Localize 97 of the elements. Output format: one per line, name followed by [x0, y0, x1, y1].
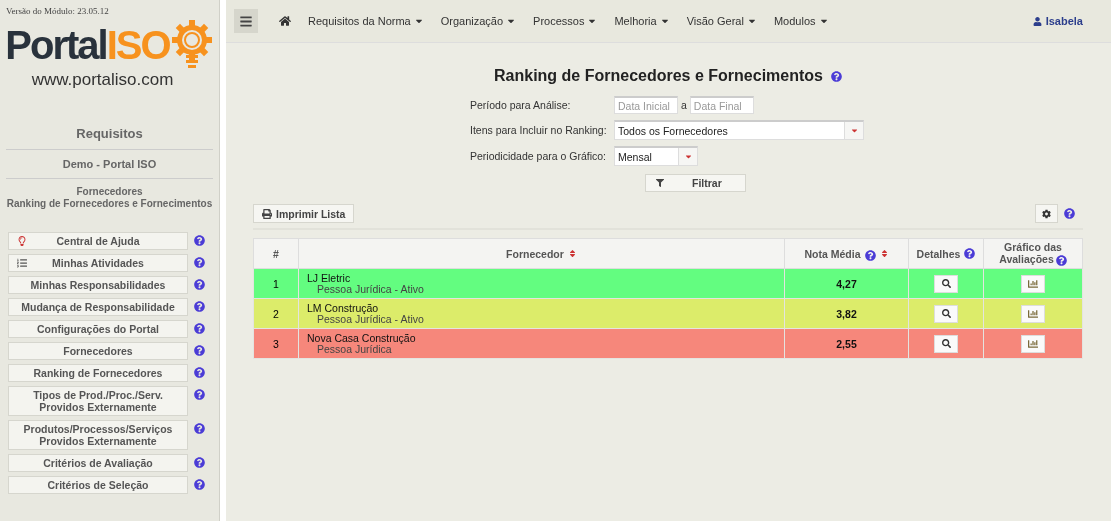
company-name: Demo - Portal ISO	[6, 150, 213, 179]
supplier-name: Nova Casa Construção	[307, 332, 417, 344]
nav-menu[interactable]: Melhoria	[614, 15, 670, 27]
bar-chart-icon	[1028, 278, 1038, 289]
average-score: 3,82	[836, 307, 857, 320]
sort-icon[interactable]	[567, 249, 577, 258]
column-header: #	[253, 238, 299, 269]
section-title: Requisitos	[6, 90, 213, 150]
average-score: 4,27	[836, 277, 857, 290]
nav-menu[interactable]: Modulos	[773, 15, 829, 27]
help-icon[interactable]	[194, 301, 205, 312]
start-date-field[interactable]: Data Inicial	[614, 96, 678, 114]
home-icon[interactable]	[279, 15, 291, 27]
range-separator: a	[681, 99, 687, 111]
filter-icon	[656, 179, 664, 187]
user-menu[interactable]: Isabela	[1032, 15, 1083, 27]
help-icon[interactable]	[831, 70, 842, 82]
supplier-detail: Pessoa Jurídica - Ativo	[316, 283, 425, 295]
help-icon[interactable]	[194, 235, 205, 246]
rank-cell: 3	[253, 328, 299, 359]
logo-word: Portal	[5, 25, 107, 65]
help-icon[interactable]	[1055, 254, 1067, 266]
module-version: Versão do Módulo: 23.05.12	[5, 6, 110, 16]
logo-url: www.portaliso.com	[31, 70, 174, 90]
filter-button[interactable]: Filtrar	[645, 174, 746, 192]
supplier-detail: Pessoa Jurídica	[316, 343, 392, 355]
print-button[interactable]: Imprimir Lista	[253, 204, 355, 223]
caret-icon	[683, 152, 693, 161]
help-icon[interactable]	[1064, 208, 1075, 219]
sidebar-button[interactable]: Configurações do Portal	[8, 320, 188, 338]
field-label: Itens para Incluir no Ranking:	[470, 124, 608, 136]
help-icon[interactable]	[194, 423, 205, 434]
nav-menu[interactable]: Organização	[440, 15, 517, 27]
details-button[interactable]	[934, 304, 958, 323]
sidebar-button[interactable]: Central de Ajuda	[8, 232, 188, 250]
help-icon[interactable]	[194, 323, 205, 334]
sidebar-button[interactable]: Critérios de Seleção	[8, 476, 188, 494]
help-icon[interactable]	[194, 389, 205, 400]
sidebar-button[interactable]: Produtos/Processos/Serviços Providos Externamente	[8, 420, 188, 450]
supplier-name: LM Construção	[307, 302, 379, 314]
nav-menu[interactable]: Visão Geral	[686, 15, 757, 27]
field-label: Período para Análise:	[470, 99, 572, 111]
help-icon[interactable]	[194, 479, 205, 490]
search-icon	[941, 339, 951, 348]
chart-button[interactable]	[1021, 304, 1045, 323]
chart-button[interactable]	[1021, 334, 1045, 353]
search-icon	[941, 309, 951, 318]
details-button[interactable]	[934, 274, 958, 293]
sidebar-button[interactable]: Fornecedores	[8, 342, 188, 360]
help-icon[interactable]	[194, 345, 205, 356]
average-score: 2,55	[836, 337, 857, 350]
menu-button[interactable]	[234, 9, 258, 33]
chart-button[interactable]	[1021, 274, 1045, 293]
breadcrumb: Fornecedores	[75, 186, 144, 198]
sidebar-button[interactable]: Tipos de Prod./Proc./Serv. Providos Externamente	[8, 386, 188, 416]
frequency-select[interactable]: Mensal	[614, 146, 698, 166]
caret-icon	[849, 126, 859, 135]
settings-icon	[1042, 208, 1051, 219]
sort-icon[interactable]	[879, 249, 889, 258]
lightbulb-icon	[17, 236, 27, 246]
help-icon[interactable]	[194, 367, 205, 378]
search-icon	[941, 279, 951, 288]
settings-button[interactable]	[1035, 204, 1058, 223]
supplier-name: LJ Eletric	[307, 272, 352, 284]
gear-bulb-icon	[169, 20, 214, 70]
bar-chart-icon	[1028, 308, 1038, 319]
page-title: Ranking de Fornecedores e Fornecimentos	[494, 67, 823, 85]
help-icon[interactable]	[964, 248, 976, 259]
rank-cell: 1	[253, 268, 299, 299]
menu-icon	[240, 14, 252, 28]
column-header[interactable]: Fornecedor	[298, 238, 785, 269]
rank-cell: 2	[253, 298, 299, 329]
print-icon	[262, 208, 272, 219]
column-header: Detalhes	[908, 238, 984, 269]
sidebar-button[interactable]: Minhas Responsabilidades	[8, 276, 188, 294]
help-icon[interactable]	[864, 249, 876, 261]
breadcrumb: Ranking de Fornecedores e Fornecimentos	[5, 198, 214, 210]
sidebar-button[interactable]: Critérios de Avaliação	[8, 454, 188, 472]
sidebar-button[interactable]: Mudança de Responsabilidade	[8, 298, 188, 316]
list-icon	[17, 258, 27, 268]
user-icon	[1032, 16, 1042, 26]
logo-accent: ISO	[106, 25, 170, 65]
details-button[interactable]	[934, 334, 958, 353]
help-icon[interactable]	[194, 257, 205, 268]
bar-chart-icon	[1028, 338, 1038, 349]
nav-menu[interactable]: Processos	[533, 15, 598, 27]
help-icon[interactable]	[194, 457, 205, 468]
sidebar-button[interactable]: Ranking de Fornecedores	[8, 364, 188, 382]
field-label: Periodicidade para o Gráfico:	[470, 150, 607, 162]
ranking-items-select[interactable]: Todos os Fornecedores	[614, 120, 864, 140]
supplier-detail: Pessoa Jurídica - Ativo	[316, 313, 425, 325]
nav-menu[interactable]: Requisitos da Norma	[308, 15, 424, 27]
sidebar-button[interactable]: Minhas Atividades	[8, 254, 188, 272]
help-icon[interactable]	[194, 279, 205, 290]
column-header[interactable]: Nota Média	[784, 238, 909, 269]
end-date-field[interactable]: Data Final	[689, 96, 754, 114]
column-header: Gráfico das Avaliações	[983, 238, 1083, 269]
